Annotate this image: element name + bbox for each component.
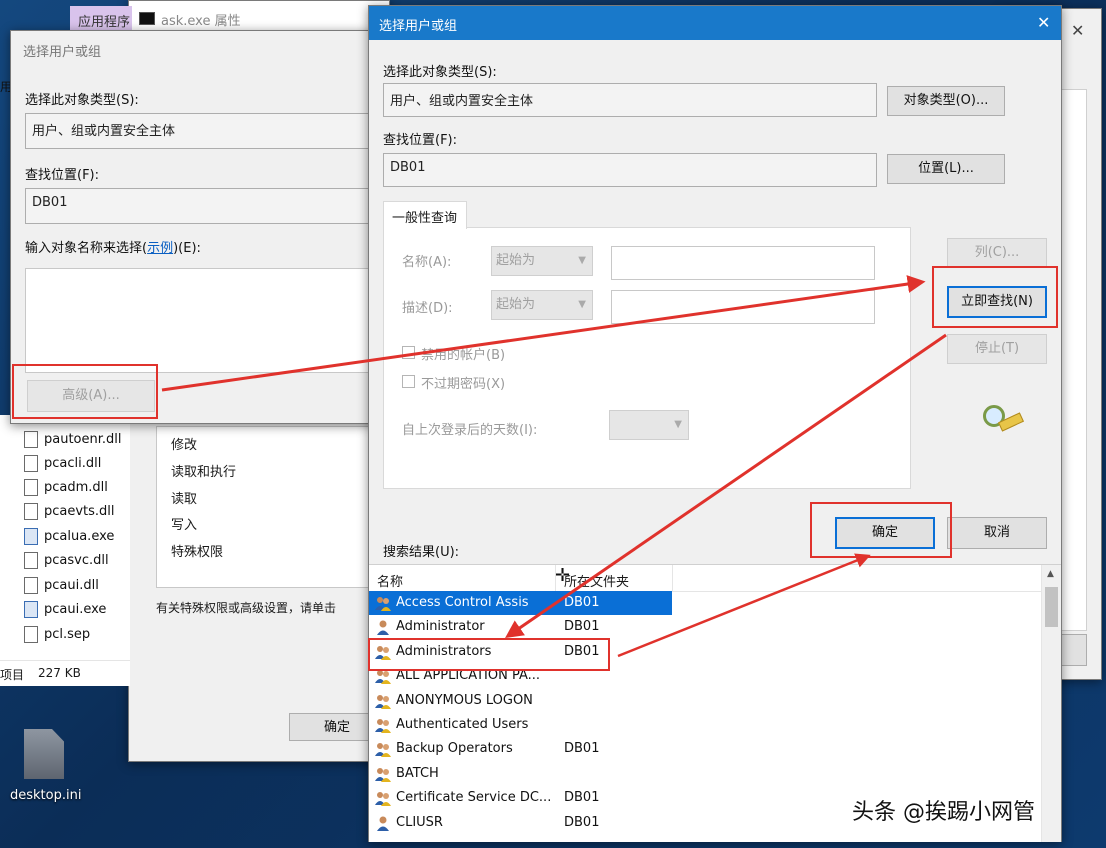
cursor-icon: ✛ (555, 565, 571, 586)
arrow-advanced-to-find (161, 275, 926, 392)
arrow-admins-to-ok (617, 553, 871, 658)
watermark: 头条 @挨踢小网管 (852, 800, 1035, 825)
annotation-arrows (161, 275, 947, 658)
arrow-find-to-results (505, 333, 947, 639)
